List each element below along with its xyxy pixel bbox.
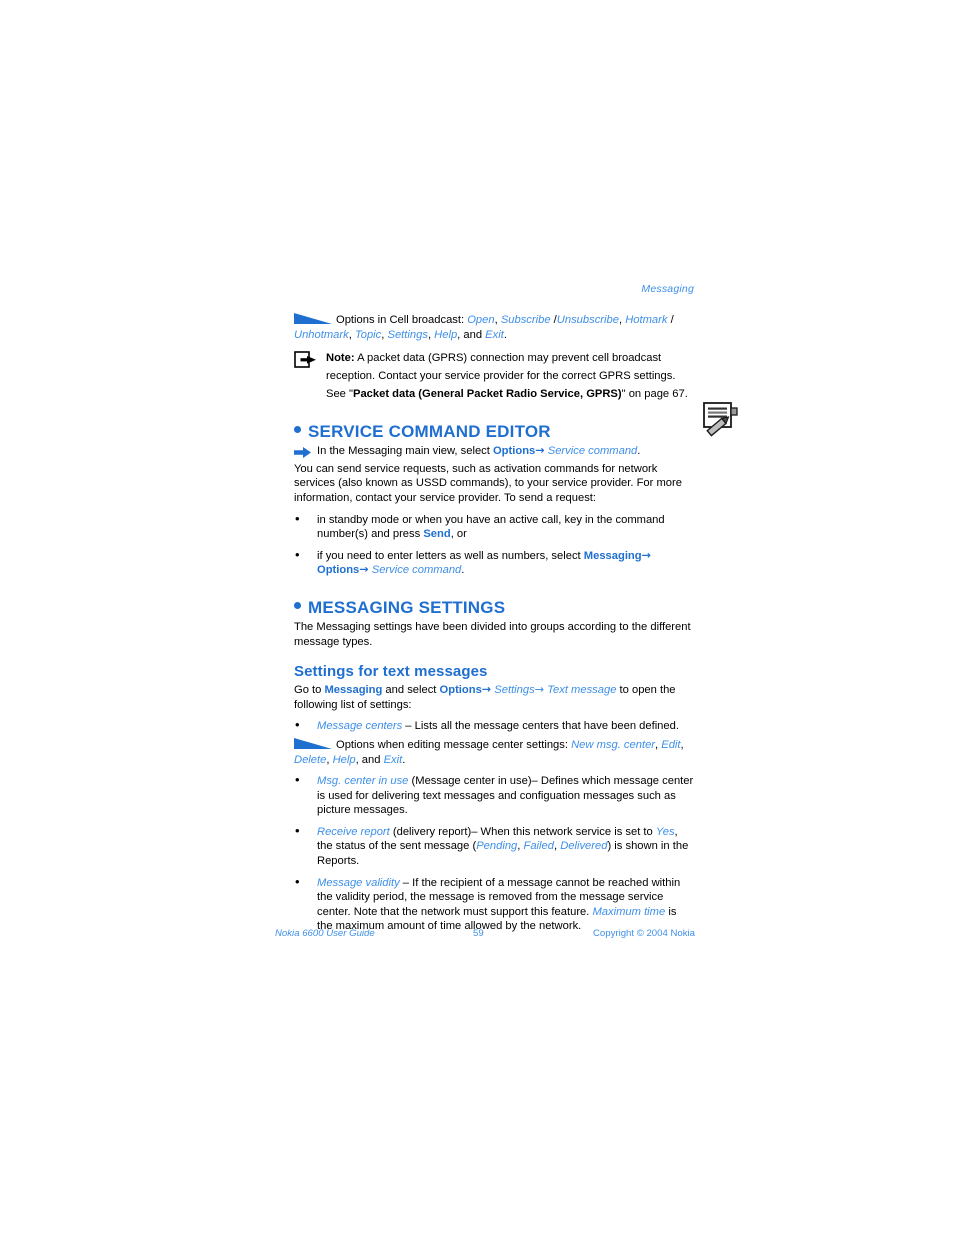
receive-report-yes: Yes — [655, 825, 675, 838]
cb-option-topic: Topic — [354, 328, 382, 341]
intro-pre: Go to — [294, 684, 325, 697]
intro-text-message: Text message — [547, 684, 617, 697]
cell-broadcast-lead: Options in Cell broadcast: — [336, 314, 468, 326]
sce-bullet-1-send: Send — [423, 528, 451, 541]
messaging-settings-paragraph: The Messaging settings have been divided… — [294, 620, 691, 648]
sce-bullet-2-arrow-1: → — [641, 548, 651, 562]
cb-option-help: Help — [434, 328, 458, 341]
intro-messaging: Messaging — [324, 684, 383, 697]
bullet-message-centers-text: – Lists all the message centers that hav… — [402, 720, 679, 733]
heading-bullet-icon — [294, 426, 301, 434]
editing-option-help: Help — [332, 753, 356, 766]
cb-option-unhotmark: Unhotmark — [294, 328, 349, 341]
note-text: Note: A packet data (GPRS) connection ma… — [326, 352, 688, 400]
sce-bullet-2-options: Options — [317, 564, 360, 577]
cb-option-exit: Exit — [485, 328, 504, 341]
receive-report-t1: (delivery report)– When this network ser… — [389, 825, 656, 838]
sce-period: . — [637, 445, 641, 458]
footer-page-number: 59 — [473, 928, 484, 939]
receive-report-pending: Pending — [476, 840, 518, 853]
note-exit-icon — [294, 350, 318, 370]
sce-bullet-1: in standby mode or when you have an acti… — [294, 512, 694, 542]
cb-option-subscribe: Subscribe — [500, 314, 551, 326]
note-label: Note: — [326, 352, 355, 365]
receive-report-delivered: Delivered — [560, 840, 608, 853]
footer-left-text: Nokia 6600 User Guide — [275, 928, 375, 939]
sce-arrow-glyph: → — [535, 444, 545, 458]
editing-option-exit: Exit — [383, 753, 403, 766]
sce-bullet-2-pre: if you need to enter letters as well as … — [317, 549, 584, 562]
bullet-msg-center-in-use-term: Msg. center in use — [317, 775, 409, 788]
sce-bullet-1-pre: in standby mode or when you have an acti… — [317, 513, 665, 541]
editing-option-edit: Edit — [661, 738, 681, 751]
intro-arrow-1: → — [481, 683, 492, 697]
cb-option-hotmark: Hotmark — [625, 314, 668, 326]
section-heading-service-command-editor: SERVICE COMMAND EDITOR — [294, 422, 694, 442]
bullet-receive-report-term: Receive report — [317, 825, 390, 838]
sce-instruction-pre: In the Messaging main view, select — [317, 445, 493, 458]
editing-options-lead: Options when editing message center sett… — [336, 738, 572, 751]
bullet-message-validity-term: Message validity — [317, 876, 400, 889]
note-text-2: " on page 67. — [621, 388, 688, 401]
text-message-settings-intro: Go to Messaging and select Options→ Sett… — [294, 683, 694, 712]
sce-bullet-2-messaging: Messaging — [583, 549, 642, 562]
note-bold-reference: Packet data (General Packet Radio Servic… — [353, 388, 622, 401]
bullet-message-centers: Message centers – Lists all the message … — [294, 718, 694, 734]
heading-bullet-icon — [294, 601, 301, 609]
intro-mid: and select — [382, 684, 440, 697]
message-validity-maximum-time: Maximum time — [592, 905, 666, 918]
cb-option-unsubscribe: Unsubscribe — [556, 314, 619, 326]
sce-bullet-2: if you need to enter letters as well as … — [294, 548, 694, 578]
sce-options-label: Options — [492, 445, 536, 458]
section-heading-messaging-settings: MESSAGING SETTINGS — [294, 598, 694, 618]
settings-for-text-messages-subheading: Settings for text messages — [294, 663, 488, 681]
sce-bullet-1-post: , or — [450, 528, 467, 541]
sce-target-label: Service command — [547, 445, 638, 458]
options-wedge-icon — [294, 313, 332, 324]
sce-bullet-2-target: Service command — [371, 564, 462, 577]
cell-broadcast-options-note: Options in Cell broadcast: Open, Subscri… — [294, 313, 674, 341]
editing-option-new-msg-center: New msg. center — [571, 738, 656, 751]
sce-bullet-2-arrow-2: → — [359, 563, 369, 577]
page-content: Messaging Options in Cell broadcast: Ope… — [294, 283, 738, 934]
running-head: Messaging — [641, 283, 694, 295]
bullet-message-centers-term: Message centers — [317, 720, 403, 733]
bullet-message-validity: Message validity – If the recipient of a… — [294, 875, 694, 934]
intro-options: Options — [439, 684, 482, 697]
cb-option-open: Open — [467, 314, 495, 326]
footer-copyright: Copyright © 2004 Nokia — [593, 928, 695, 939]
service-command-editor-heading: SERVICE COMMAND EDITOR — [308, 422, 551, 442]
note-block: Note: A packet data (GPRS) connection ma… — [294, 348, 694, 402]
notepad-pencil-icon — [701, 400, 743, 438]
document-page: Messaging Options in Cell broadcast: Ope… — [0, 0, 954, 1235]
options-wedge-icon — [294, 737, 332, 749]
service-command-path-instruction: In the Messaging main view, select Optio… — [294, 444, 694, 459]
sce-bullet-2-post: . — [461, 564, 465, 577]
bullet-msg-center-in-use: Msg. center in use (Message center in us… — [294, 773, 694, 818]
intro-arrow-2: → — [534, 683, 545, 697]
intro-settings: Settings — [494, 684, 535, 697]
service-command-editor-paragraph: You can send service requests, such as a… — [294, 462, 682, 504]
editing-option-delete: Delete — [294, 753, 327, 766]
blue-right-arrow-icon — [294, 447, 311, 459]
messaging-settings-heading: MESSAGING SETTINGS — [308, 597, 506, 617]
cb-option-settings: Settings — [387, 328, 428, 341]
editing-message-center-options-note: Options when editing message center sett… — [294, 737, 684, 766]
bullet-receive-report: Receive report (delivery report)– When t… — [294, 824, 694, 869]
receive-report-failed: Failed — [523, 840, 554, 853]
